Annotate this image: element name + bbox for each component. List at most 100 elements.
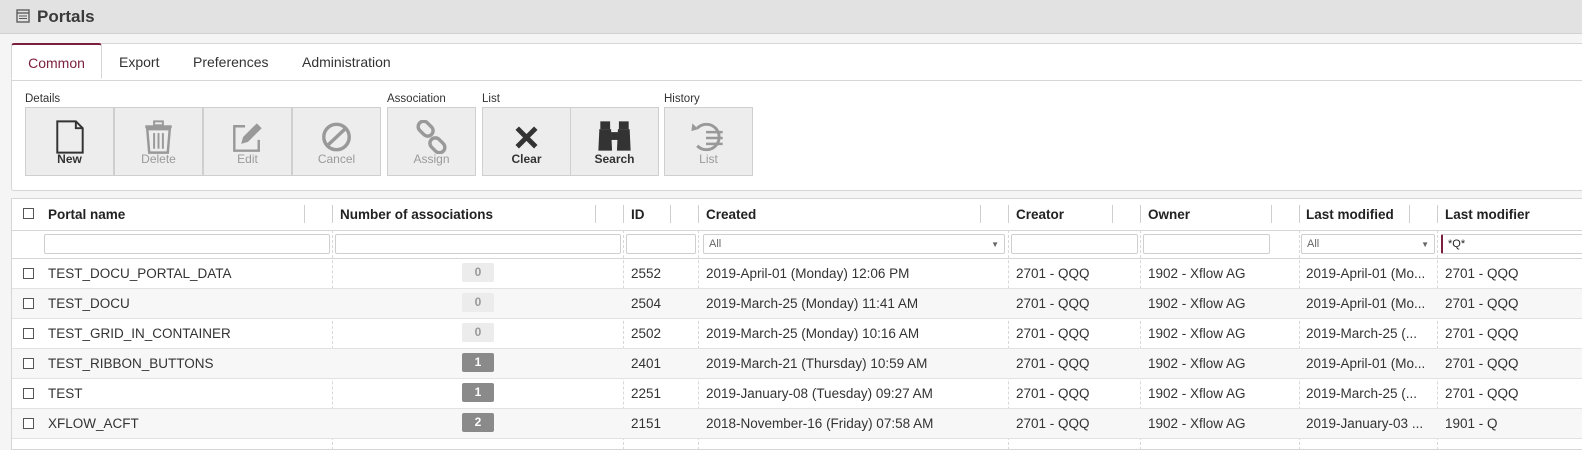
table-row[interactable]: 0 TEST_GRID_IN_CONTAINER 2502 2019-March-25… xyxy=(12,319,1582,349)
filter-portal-name-input[interactable] xyxy=(44,234,330,254)
cell-portal-name: XFLOW_ACFT xyxy=(48,416,139,431)
assign-button[interactable]: Assign xyxy=(387,107,476,176)
cell-owner: 1902 - Xflow AG xyxy=(1148,266,1246,281)
ribbon-panel: Common Export Preferences Administration… xyxy=(11,43,1582,191)
table-row[interactable]: 1 TEST 2251 2019-January-08 (Tuesday) 09:27… xyxy=(12,379,1582,409)
column-resizer[interactable] xyxy=(980,205,981,223)
filter-id-input[interactable] xyxy=(626,234,696,254)
column-resizer[interactable] xyxy=(1112,205,1113,223)
filter-last-modifier-value: *Q* xyxy=(1448,238,1466,250)
tab-administration[interactable]: Administration xyxy=(302,54,391,70)
cell-last-modifier: 2701 - QQQ xyxy=(1445,386,1519,401)
group-label-list: List xyxy=(482,93,500,105)
tab-bar: Common Export Preferences Administration xyxy=(11,43,1582,81)
cell-created: 2019-March-25 (Monday) 10:16 AM xyxy=(706,326,920,341)
cell-owner: 1902 - Xflow AG xyxy=(1148,386,1246,401)
cell-last-modified: 2019-April-01 (Mo... xyxy=(1306,296,1426,311)
tab-preferences[interactable]: Preferences xyxy=(193,54,268,70)
grid-header: Portal name Number of associations ID Cr… xyxy=(12,199,1582,231)
cell-last-modified: 2019-April-01 (Mo... xyxy=(1306,266,1426,281)
cell-portal-name: TEST_DOCU_PORTAL_DATA xyxy=(48,266,232,281)
column-header-last-modified[interactable]: Last modified xyxy=(1306,207,1394,222)
table-row[interactable]: 0 TEST_DOCU_PORTAL_DATA 2552 2019-April-01 … xyxy=(12,259,1582,289)
column-header-creator[interactable]: Creator xyxy=(1016,207,1064,222)
clear-button[interactable]: Clear xyxy=(482,107,571,176)
delete-button-label: Delete xyxy=(141,152,176,166)
column-resizer[interactable] xyxy=(670,205,671,223)
column-header-last-modifier[interactable]: Last modifier xyxy=(1445,207,1530,222)
column-resizer[interactable] xyxy=(595,205,596,223)
row-checkbox[interactable] xyxy=(23,268,34,279)
group-label-history: History xyxy=(664,93,700,105)
cell-portal-name: TEST_DOCU xyxy=(48,296,130,311)
associations-count-badge: 1 xyxy=(462,383,494,402)
cell-creator: 2701 - QQQ xyxy=(1016,266,1090,281)
column-header-portal-name[interactable]: Portal name xyxy=(48,207,125,222)
cell-id: 2504 xyxy=(631,296,662,311)
filter-last-modified-select[interactable]: All ▼ xyxy=(1301,234,1435,254)
cell-last-modifier: 2701 - QQQ xyxy=(1445,326,1519,341)
column-header-owner[interactable]: Owner xyxy=(1148,207,1190,222)
cell-last-modifier: 2701 - QQQ xyxy=(1445,266,1519,281)
clear-button-label: Clear xyxy=(511,152,542,166)
column-header-id[interactable]: ID xyxy=(631,207,645,222)
cell-creator: 2701 - QQQ xyxy=(1016,326,1090,341)
row-checkbox[interactable] xyxy=(23,298,34,309)
cell-creator: 2701 - QQQ xyxy=(1016,386,1090,401)
column-header-created[interactable]: Created xyxy=(706,207,756,222)
column-resizer[interactable] xyxy=(304,205,305,223)
cell-owner: 1902 - Xflow AG xyxy=(1148,296,1246,311)
associations-count-badge: 0 xyxy=(462,263,494,282)
row-checkbox[interactable] xyxy=(23,358,34,369)
filter-owner-input[interactable] xyxy=(1143,234,1270,254)
title-bar: Portals xyxy=(0,0,1582,34)
cell-id: 2151 xyxy=(631,416,662,431)
cell-owner: 1902 - Xflow AG xyxy=(1148,326,1246,341)
cancel-button-label: Cancel xyxy=(317,152,356,166)
clear-x-icon xyxy=(515,126,538,149)
cell-owner: 1902 - Xflow AG xyxy=(1148,416,1246,431)
cell-created: 2018-November-16 (Friday) 07:58 AM xyxy=(706,416,934,431)
column-divider xyxy=(698,205,699,223)
tab-common[interactable]: Common xyxy=(11,43,102,79)
new-button-label: New xyxy=(57,152,82,166)
filter-creator-input[interactable] xyxy=(1011,234,1138,254)
row-checkbox[interactable] xyxy=(23,388,34,399)
cancel-icon xyxy=(322,122,351,152)
select-all-checkbox[interactable] xyxy=(23,208,34,219)
cancel-button[interactable]: Cancel xyxy=(292,107,381,176)
cell-creator: 2701 - QQQ xyxy=(1016,356,1090,371)
new-document-icon xyxy=(56,120,84,154)
delete-button[interactable]: Delete xyxy=(114,107,203,176)
new-button[interactable]: New xyxy=(25,107,114,176)
cell-last-modified: 2019-March-25 (... xyxy=(1306,386,1418,401)
cell-creator: 2701 - QQQ xyxy=(1016,296,1090,311)
associations-count-badge: 0 xyxy=(462,293,494,312)
table-row[interactable]: 0 TEST_DOCU 2504 2019-March-25 (Monday) 11:… xyxy=(12,289,1582,319)
tab-export[interactable]: Export xyxy=(119,54,159,70)
cell-portal-name: TEST_GRID_IN_CONTAINER xyxy=(48,326,231,341)
cell-last-modified: 2019-April-01 (Mo... xyxy=(1306,356,1426,371)
trash-icon xyxy=(145,120,172,154)
chevron-down-icon: ▼ xyxy=(991,240,999,249)
history-list-button-label: List xyxy=(699,152,718,166)
column-resizer[interactable] xyxy=(1409,205,1410,223)
table-row[interactable]: 1 TEST_RIBBON_BUTTONS 2401 2019-March-21 (T… xyxy=(12,349,1582,379)
filter-last-modifier-input[interactable]: *Q* xyxy=(1441,234,1582,254)
row-checkbox[interactable] xyxy=(23,418,34,429)
chevron-down-icon: ▼ xyxy=(1421,240,1429,249)
cell-created: 2019-April-01 (Monday) 12:06 PM xyxy=(706,266,910,281)
column-header-associations[interactable]: Number of associations xyxy=(340,207,493,222)
filter-row: All ▼ All ▼ *Q* xyxy=(12,231,1582,259)
window-title: Portals xyxy=(37,7,95,26)
history-list-icon xyxy=(691,122,723,152)
column-resizer[interactable] xyxy=(1271,205,1272,223)
filter-created-select[interactable]: All ▼ xyxy=(703,234,1005,254)
table-row[interactable]: 2 XFLOW_ACFT 2151 2018-November-16 (Friday)… xyxy=(12,409,1582,439)
filter-associations-input[interactable] xyxy=(335,234,621,254)
search-button-label: Search xyxy=(594,152,635,166)
history-list-button[interactable]: List xyxy=(664,107,753,176)
row-checkbox[interactable] xyxy=(23,328,34,339)
search-button[interactable]: Search xyxy=(570,107,659,176)
edit-button[interactable]: Edit xyxy=(203,107,292,176)
